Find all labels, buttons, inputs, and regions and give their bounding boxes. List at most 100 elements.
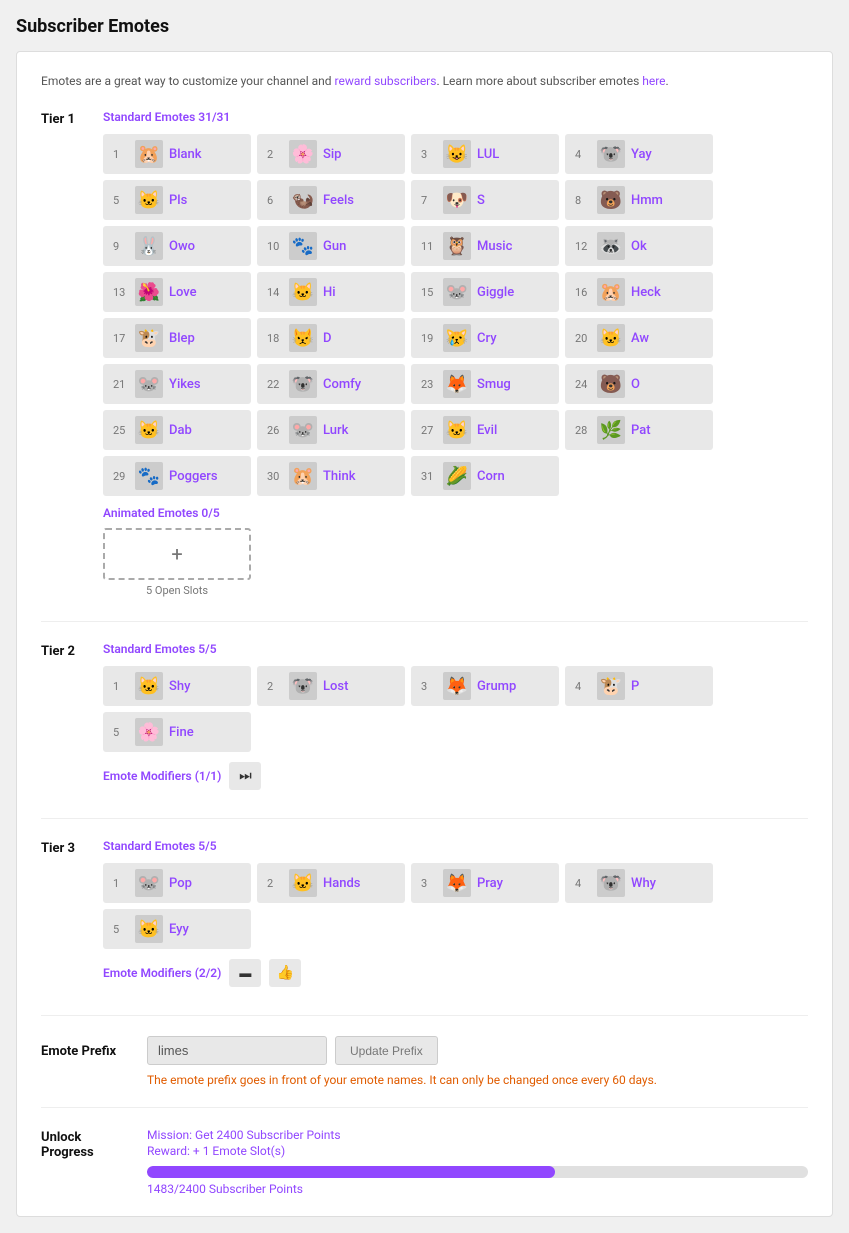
- emote-number: 19: [421, 332, 437, 345]
- tier3-modifier-icon-1[interactable]: ▬: [229, 959, 261, 987]
- emote-card-hmm[interactable]: 8 🐻 Hmm: [565, 180, 713, 220]
- emote-number: 5: [113, 726, 129, 739]
- emote-card-love[interactable]: 13 🌺 Love: [103, 272, 251, 312]
- emote-card-grump[interactable]: 3 🦊 Grump: [411, 666, 559, 706]
- emote-card-heck[interactable]: 16 🐹 Heck: [565, 272, 713, 312]
- emote-card-lurk[interactable]: 26 🐭 Lurk: [257, 410, 405, 450]
- page-title: Subscriber Emotes: [16, 16, 833, 37]
- emote-number: 4: [575, 148, 591, 161]
- emote-image: 🌸: [135, 718, 163, 746]
- tier2-modifier-icon[interactable]: ⏭: [229, 762, 261, 790]
- emote-image: 🐰: [135, 232, 163, 260]
- progress-bar-fill: [147, 1166, 555, 1178]
- emote-card-evil[interactable]: 27 🐱 Evil: [411, 410, 559, 450]
- emote-card-comfy[interactable]: 22 🐨 Comfy: [257, 364, 405, 404]
- emote-card-ok[interactable]: 12 🦝 Ok: [565, 226, 713, 266]
- emote-card-blank[interactable]: 1 🐹 Blank: [103, 134, 251, 174]
- emote-card-pat[interactable]: 28 🌿 Pat: [565, 410, 713, 450]
- emote-card-o[interactable]: 24 🐻 O: [565, 364, 713, 404]
- emote-name: Cry: [477, 331, 497, 346]
- emote-card-poggers[interactable]: 29 🐾 Poggers: [103, 456, 251, 496]
- emote-card-pray[interactable]: 3 🦊 Pray: [411, 863, 559, 903]
- emote-card-smug[interactable]: 23 🦊 Smug: [411, 364, 559, 404]
- emote-card-corn[interactable]: 31 🌽 Corn: [411, 456, 559, 496]
- emote-name: Ok: [631, 239, 647, 254]
- emote-name: Grump: [477, 679, 516, 694]
- emote-number: 24: [575, 378, 591, 391]
- open-slots-label: 5 Open Slots: [103, 584, 251, 597]
- emote-card-pop[interactable]: 1 🐭 Pop: [103, 863, 251, 903]
- emote-name: Why: [631, 876, 656, 891]
- tier2-content: Standard Emotes 5/5 1 🐱 Shy 2 🐨 Lost 3 🦊…: [103, 642, 808, 794]
- emote-image: 🐮: [135, 324, 163, 352]
- tier2-modifiers-label: Emote Modifiers (1/1): [103, 769, 221, 783]
- emote-card-yikes[interactable]: 21 🐭 Yikes: [103, 364, 251, 404]
- emote-number: 2: [267, 680, 283, 693]
- emote-image: 🐭: [135, 869, 163, 897]
- emote-image: 🐭: [135, 370, 163, 398]
- emote-card-fine[interactable]: 5 🌸 Fine: [103, 712, 251, 752]
- emote-image: 😺: [443, 140, 471, 168]
- emote-card-gun[interactable]: 10 🐾 Gun: [257, 226, 405, 266]
- emote-card-lost[interactable]: 2 🐨 Lost: [257, 666, 405, 706]
- emote-card-think[interactable]: 30 🐹 Think: [257, 456, 405, 496]
- add-animated-emote-button[interactable]: +: [103, 528, 251, 580]
- update-prefix-button[interactable]: Update Prefix: [335, 1036, 438, 1065]
- emote-card-pls[interactable]: 5 🐱 Pls: [103, 180, 251, 220]
- emote-card-aw[interactable]: 20 🐱 Aw: [565, 318, 713, 358]
- emote-card-d[interactable]: 18 😾 D: [257, 318, 405, 358]
- tier3-section: Tier 3 Standard Emotes 5/5 1 🐭 Pop 2 🐱 H…: [41, 839, 808, 991]
- emote-card-blep[interactable]: 17 🐮 Blep: [103, 318, 251, 358]
- emote-name: S: [477, 193, 485, 208]
- emote-card-feels[interactable]: 6 🦦 Feels: [257, 180, 405, 220]
- emote-number: 22: [267, 378, 283, 391]
- emote-number: 12: [575, 240, 591, 253]
- emote-image: 🐨: [289, 370, 317, 398]
- emote-card-sip[interactable]: 2 🌸 Sip: [257, 134, 405, 174]
- emote-number: 2: [267, 148, 283, 161]
- emote-number: 11: [421, 240, 437, 253]
- emote-card-dab[interactable]: 25 🐱 Dab: [103, 410, 251, 450]
- tier3-modifier-icon-2[interactable]: 👍: [269, 959, 301, 987]
- emote-number: 23: [421, 378, 437, 391]
- tier1-emotes-grid: 1 🐹 Blank 2 🌸 Sip 3 😺 LUL 4 🐨 Yay 5 🐱 Pl…: [103, 134, 808, 496]
- reward-subscribers-link[interactable]: reward subscribers: [335, 74, 437, 88]
- emote-name: Hi: [323, 285, 336, 300]
- emote-name: Comfy: [323, 377, 361, 392]
- info-bar: Emotes are a great way to customize your…: [41, 72, 808, 90]
- emote-number: 5: [113, 194, 129, 207]
- tier1-section: Tier 1 Standard Emotes 31/31 1 🐹 Blank 2…: [41, 110, 808, 597]
- emote-card-lul[interactable]: 3 😺 LUL: [411, 134, 559, 174]
- emote-card-eyy[interactable]: 5 🐱 Eyy: [103, 909, 251, 949]
- emote-number: 17: [113, 332, 129, 345]
- emote-card-s[interactable]: 7 🐶 S: [411, 180, 559, 220]
- tier2-standard-heading: Standard Emotes 5/5: [103, 642, 808, 656]
- emote-number: 29: [113, 470, 129, 483]
- emote-number: 31: [421, 470, 437, 483]
- emote-card-hands[interactable]: 2 🐱 Hands: [257, 863, 405, 903]
- emote-card-music[interactable]: 11 🦉 Music: [411, 226, 559, 266]
- prefix-note: The emote prefix goes in front of your e…: [147, 1073, 808, 1087]
- emote-card-cry[interactable]: 19 😿 Cry: [411, 318, 559, 358]
- emote-card-giggle[interactable]: 15 🐭 Giggle: [411, 272, 559, 312]
- emote-name: Pat: [631, 423, 651, 438]
- emote-name: Sip: [323, 147, 342, 162]
- emote-image: 🐨: [289, 672, 317, 700]
- emote-card-why[interactable]: 4 🐨 Why: [565, 863, 713, 903]
- emote-name: Love: [169, 285, 197, 300]
- emote-name: Evil: [477, 423, 497, 438]
- emote-card-yay[interactable]: 4 🐨 Yay: [565, 134, 713, 174]
- emote-image: 🐱: [135, 915, 163, 943]
- emote-image: 😿: [443, 324, 471, 352]
- emote-card-owo[interactable]: 9 🐰 Owo: [103, 226, 251, 266]
- prefix-input[interactable]: [147, 1036, 327, 1065]
- emote-card-p[interactable]: 4 🐮 P: [565, 666, 713, 706]
- emote-image: 🐨: [597, 140, 625, 168]
- emote-card-hi[interactable]: 14 🐱 Hi: [257, 272, 405, 312]
- emote-number: 16: [575, 286, 591, 299]
- emote-image: 😾: [289, 324, 317, 352]
- here-link[interactable]: here: [642, 74, 665, 88]
- emote-card-shy[interactable]: 1 🐱 Shy: [103, 666, 251, 706]
- emote-number: 9: [113, 240, 129, 253]
- unlock-reward-text: Reward: + 1 Emote Slot(s): [147, 1144, 808, 1158]
